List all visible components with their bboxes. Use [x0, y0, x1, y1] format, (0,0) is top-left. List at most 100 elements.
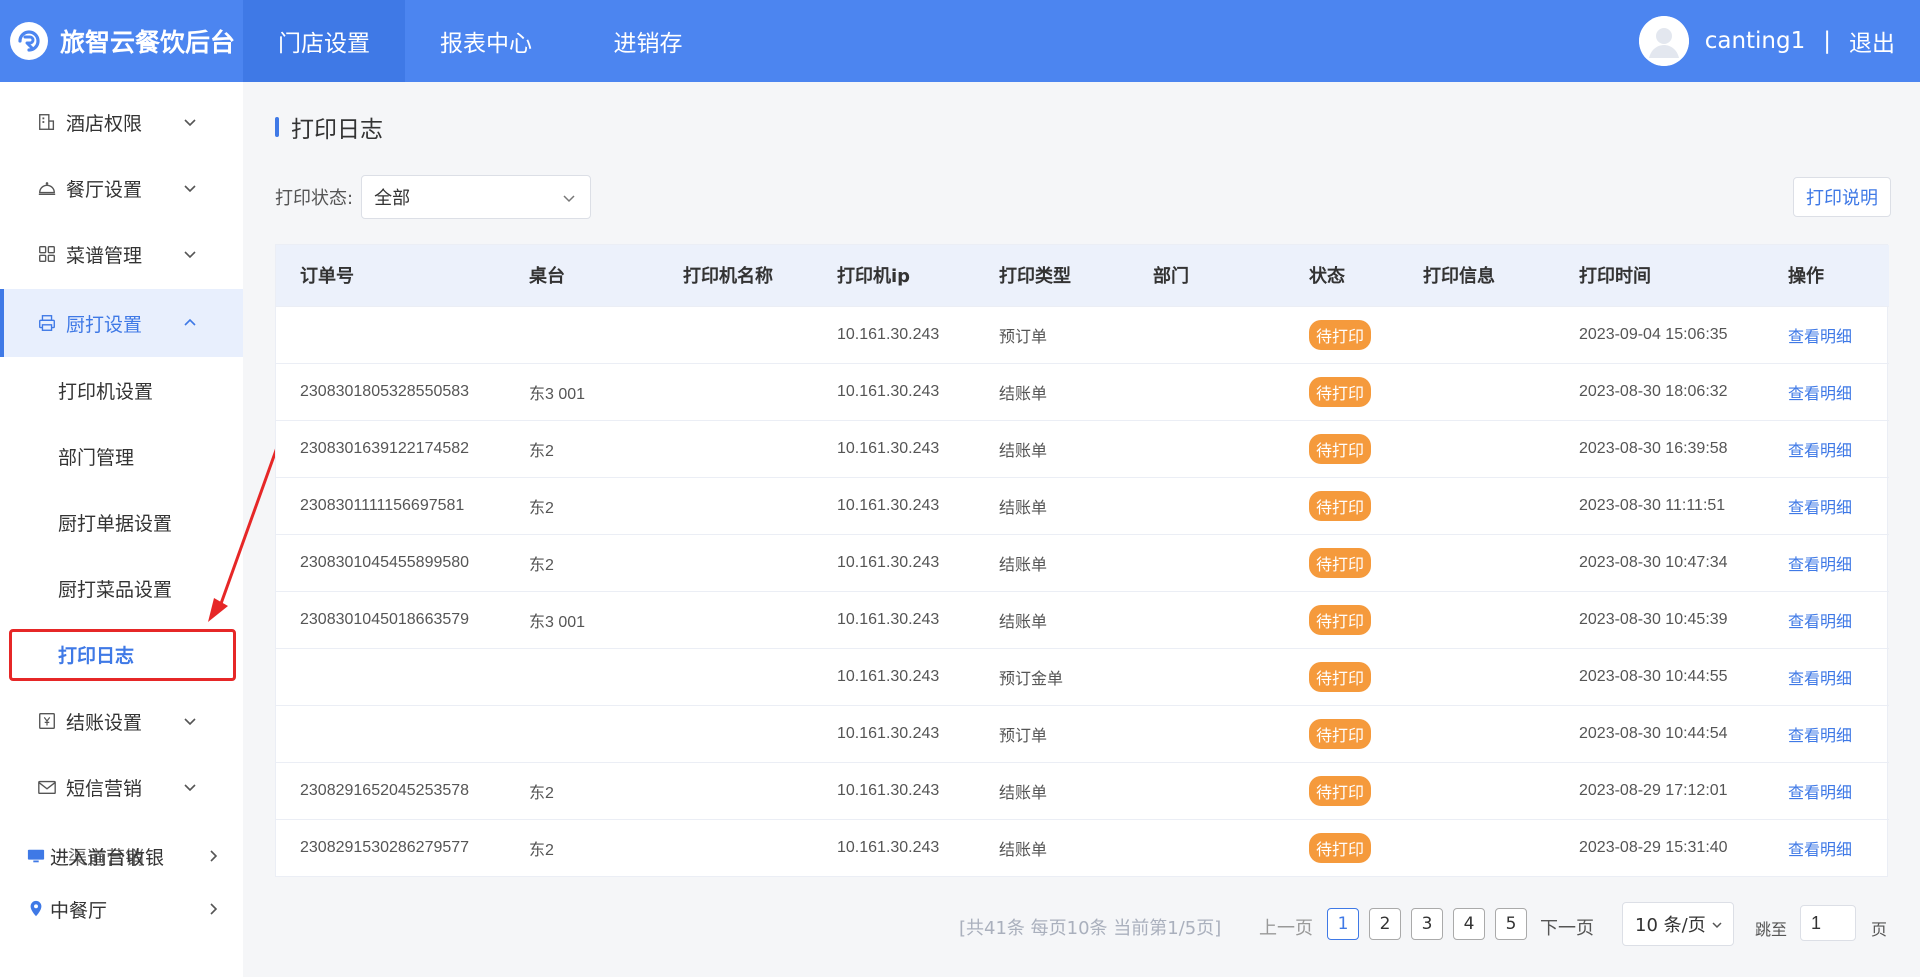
action-cell: 查看明细	[1764, 362, 1889, 420]
username[interactable]: canting1	[1705, 28, 1806, 54]
chevron-down-icon	[184, 119, 196, 127]
table-seat: 东2	[505, 818, 659, 876]
order-number	[276, 704, 505, 762]
print-info	[1399, 590, 1555, 648]
sidebar-item-hotel-permissions[interactable]: 酒店权限	[0, 89, 243, 155]
table-seat	[505, 305, 659, 363]
sidebar-subitem-department-management[interactable]: 部门管理	[0, 423, 243, 489]
table-row: 2308301805328550583 东3 001 10.161.30.243 结账…	[276, 362, 1889, 420]
view-detail-link[interactable]: 查看明细	[1788, 443, 1852, 460]
status-badge: 待打印	[1309, 661, 1372, 692]
print-status-select[interactable]: 全部	[361, 175, 592, 219]
sidebar-item-kitchen-print-settings[interactable]: 厨打设置	[0, 289, 243, 357]
order-number: 2308301111156697581	[276, 476, 505, 534]
nav-store-settings[interactable]: 门店设置	[243, 0, 405, 82]
print-type: 结账单	[975, 476, 1129, 534]
printer-name	[659, 305, 813, 363]
user-separator: |	[1823, 28, 1831, 54]
view-detail-link[interactable]: 查看明细	[1788, 671, 1852, 688]
department	[1129, 305, 1285, 363]
sidebar-item-enter-cashier[interactable]: 进入前台收银 渠道营销	[26, 836, 236, 876]
nav-inventory[interactable]: 进销存	[567, 0, 729, 82]
chevron-right-icon	[210, 903, 218, 915]
status-badge: 待打印	[1309, 433, 1372, 464]
action-cell: 查看明细	[1764, 590, 1889, 648]
department	[1129, 362, 1285, 420]
view-detail-link[interactable]: 查看明细	[1788, 842, 1852, 859]
view-detail-link[interactable]: 查看明细	[1788, 500, 1852, 517]
printer-ip: 10.161.30.243	[813, 476, 975, 534]
order-number: 2308301045018663579	[276, 590, 505, 648]
view-detail-link[interactable]: 查看明细	[1788, 386, 1852, 403]
status-cell: 待打印	[1285, 533, 1399, 591]
print-time: 2023-08-29 17:12:01	[1555, 761, 1764, 819]
sidebar-subitem-kitchen-ticket-settings[interactable]: 厨打单据设置	[0, 489, 243, 555]
yen-box-icon	[36, 710, 58, 732]
department	[1129, 533, 1285, 591]
page-button-3[interactable]: 3	[1411, 908, 1443, 940]
order-number: 2308301639122174582	[276, 419, 505, 477]
print-type: 预订单	[975, 704, 1129, 762]
page-button-2[interactable]: 2	[1369, 908, 1401, 940]
prev-page-button[interactable]: 上一页	[1259, 914, 1313, 940]
main-content: 打印日志 打印状态: 全部 打印说明 订单号 桌台 打印机名称 打印机ip 打印…	[243, 82, 1920, 977]
printer-name	[659, 704, 813, 762]
nav-report-center[interactable]: 报表中心	[405, 0, 567, 82]
column-header: 部门	[1153, 266, 1189, 288]
page-title: 打印日志	[275, 112, 383, 143]
status-cell: 待打印	[1285, 419, 1399, 477]
view-detail-link[interactable]: 查看明细	[1788, 557, 1852, 574]
sidebar-item-restaurant-settings[interactable]: 餐厅设置	[0, 155, 243, 221]
action-cell: 查看明细	[1764, 761, 1889, 819]
sidebar-item-label: 餐厅设置	[66, 178, 143, 201]
mail-icon	[36, 776, 58, 798]
print-info	[1399, 305, 1555, 363]
sidebar-item-checkout-settings[interactable]: 结账设置	[0, 688, 243, 754]
printer-ip: 10.161.30.243	[813, 305, 975, 363]
department	[1129, 590, 1285, 648]
sidebar-subitem-kitchen-dish-settings[interactable]: 厨打菜品设置	[0, 555, 243, 621]
view-detail-link[interactable]: 查看明细	[1788, 329, 1852, 346]
table-row: 2308301639122174582 东2 10.161.30.243 结账单 待打印…	[276, 419, 1889, 477]
sidebar-subitem-print-log[interactable]: 打印日志	[0, 621, 243, 687]
main-nav: 门店设置 报表中心 进销存	[243, 0, 729, 82]
next-page-button[interactable]: 下一页	[1540, 914, 1594, 940]
print-time: 2023-08-30 18:06:32	[1555, 362, 1764, 420]
view-detail-link[interactable]: 查看明细	[1788, 785, 1852, 802]
page-size-value: 10 条/页	[1635, 915, 1706, 936]
print-time: 2023-09-04 15:06:35	[1555, 305, 1764, 363]
page-size-select[interactable]: 10 条/页	[1622, 902, 1734, 946]
department	[1129, 476, 1285, 534]
hotel-icon	[36, 111, 58, 133]
status-badge: 待打印	[1309, 718, 1372, 749]
printer-name	[659, 761, 813, 819]
page-button-4[interactable]: 4	[1453, 908, 1485, 940]
chevron-up-icon	[184, 318, 196, 326]
title-accent-bar	[275, 117, 279, 137]
sidebar-item-menu-management[interactable]: 菜谱管理	[0, 221, 243, 287]
print-explain-button[interactable]: 打印说明	[1793, 177, 1891, 217]
sidebar-item-chinese-restaurant[interactable]: 中餐厅	[26, 889, 236, 929]
view-detail-link[interactable]: 查看明细	[1788, 728, 1852, 745]
sidebar-item-sms-marketing[interactable]: 短信营销	[0, 754, 243, 820]
page-button-5[interactable]: 5	[1495, 908, 1527, 940]
order-number: 2308291530286279577	[276, 818, 505, 876]
page-button-1[interactable]: 1	[1327, 908, 1359, 940]
sidebar-item-label: 酒店权限	[66, 112, 143, 135]
logout-link[interactable]: 退出	[1849, 24, 1895, 58]
avatar[interactable]	[1638, 16, 1689, 66]
printer-name	[659, 647, 813, 705]
column-header: 打印类型	[999, 266, 1071, 288]
jump-page-input[interactable]	[1800, 905, 1856, 941]
print-type: 预订金单	[975, 647, 1129, 705]
print-type: 结账单	[975, 419, 1129, 477]
view-detail-link[interactable]: 查看明细	[1788, 614, 1852, 631]
printer-ip: 10.161.30.243	[813, 362, 975, 420]
sidebar-subitem-printer-settings[interactable]: 打印机设置	[0, 357, 243, 423]
print-status-filter: 打印状态: 全部	[275, 175, 592, 219]
table-row: 10.161.30.243 预订金单 待打印 2023-08-30 10:44:55 查…	[276, 647, 1889, 705]
print-type: 结账单	[975, 533, 1129, 591]
brand[interactable]: 旅智云餐饮后台	[0, 0, 243, 82]
print-info	[1399, 818, 1555, 876]
table-row: 2308291652045253578 东2 10.161.30.243 结账单 待打印…	[276, 761, 1889, 819]
